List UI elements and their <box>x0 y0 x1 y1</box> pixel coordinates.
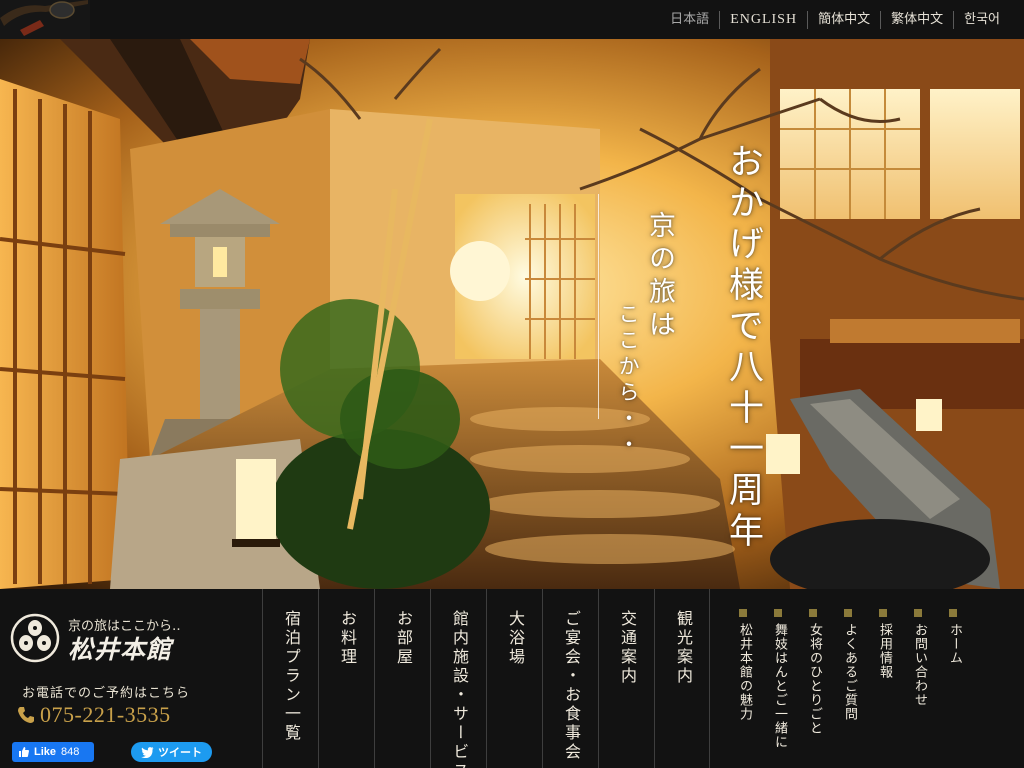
subnav-label: ホーム <box>947 623 962 665</box>
subnav-label: 松井本館の魅力 <box>737 623 752 721</box>
lang-simplified-chinese[interactable]: 簡体中文 <box>807 10 880 29</box>
nav-label: 観光案内 <box>674 610 693 686</box>
subnav-recruit[interactable]: 採用情報 <box>871 609 906 759</box>
family-crest-icon <box>10 613 60 663</box>
nav-sightseeing[interactable]: 観光案内 <box>654 589 710 768</box>
language-switcher: 日本語 ENGLISH 簡体中文 繁体中文 한국어 <box>660 0 1010 39</box>
nav-label: ご宴会・お食事会 <box>562 610 581 762</box>
lang-traditional-chinese[interactable]: 繁体中文 <box>880 10 953 29</box>
square-bullet-icon <box>774 609 782 617</box>
nav-rooms[interactable]: お部屋 <box>374 589 430 768</box>
nav-facilities[interactable]: 館内施設・サービス <box>430 589 486 768</box>
top-bar: 日本語 ENGLISH 簡体中文 繁体中文 한국어 <box>0 0 1024 39</box>
ryokan-entrance-photo <box>0 39 1024 589</box>
subnav-maiko[interactable]: 舞妓はんとご一緒に <box>766 609 801 759</box>
catchphrase-line-1: 京の旅は <box>644 211 675 343</box>
phone-label: お電話でのご予約はこちら <box>22 686 191 701</box>
nav-banquet[interactable]: ご宴会・お食事会 <box>542 589 598 768</box>
phone-icon <box>18 707 34 723</box>
subnav-label: お問い合わせ <box>912 623 927 707</box>
tweet-label: ツイート <box>158 747 202 759</box>
nav-bath[interactable]: 大浴場 <box>486 589 542 768</box>
nav-label: 大浴場 <box>506 610 525 667</box>
subnav-contact[interactable]: お問い合わせ <box>906 609 941 759</box>
slogan-divider <box>598 194 599 419</box>
phone-number[interactable]: 075-221-3535 <box>40 702 171 728</box>
subnav-appeal[interactable]: 松井本館の魅力 <box>731 609 766 759</box>
subnav-label: 舞妓はんとご一緒に <box>772 623 787 749</box>
square-bullet-icon <box>809 609 817 617</box>
catchphrase-line-2: ここから・・ <box>616 303 640 459</box>
thumbs-up-icon <box>19 747 29 757</box>
footer-nav-bar: 京の旅はここから‥ 松井本館 お電話でのご予約はこちら 075-221-3535… <box>0 589 1024 768</box>
subnav-home[interactable]: ホーム <box>941 609 976 759</box>
nav-label: 館内施設・サービス <box>450 610 469 768</box>
main-nav: 宿泊プラン一覧 お料理 お部屋 館内施設・サービス 大浴場 ご宴会・お食事会 交… <box>262 589 710 768</box>
anniversary-slogan: おかげ様で八十一周年 <box>723 143 763 553</box>
square-bullet-icon <box>844 609 852 617</box>
roof-tile-decoration <box>0 0 90 39</box>
subnav-label: 女将のひとりごと <box>807 623 822 735</box>
nav-label: お料理 <box>338 610 357 667</box>
square-bullet-icon <box>914 609 922 617</box>
tweet-button[interactable]: ツイート <box>131 742 212 762</box>
lang-korean[interactable]: 한국어 <box>953 10 1010 29</box>
subnav-faq[interactable]: よくあるご質問 <box>836 609 871 759</box>
lang-japanese[interactable]: 日本語 <box>660 11 719 29</box>
subnav-label: 採用情報 <box>877 623 892 679</box>
subnav-label: よくあるご質問 <box>842 623 857 721</box>
hero-image: おかげ様で八十一周年 京の旅は ここから・・ <box>0 39 1024 589</box>
lang-english[interactable]: ENGLISH <box>719 10 807 29</box>
facebook-like-button[interactable]: Like 848 <box>12 742 94 762</box>
twitter-bird-icon <box>141 746 154 758</box>
square-bullet-icon <box>739 609 747 617</box>
facebook-like-count: 848 <box>61 746 80 758</box>
nav-access[interactable]: 交通案内 <box>598 589 654 768</box>
phone-row[interactable]: 075-221-3535 <box>16 702 171 728</box>
square-bullet-icon <box>949 609 957 617</box>
nav-label: お部屋 <box>394 610 413 667</box>
nav-label: 宿泊プラン一覧 <box>282 610 301 743</box>
nav-label: 交通案内 <box>618 610 637 686</box>
subnav-okami-blog[interactable]: 女将のひとりごと <box>801 609 836 759</box>
sub-nav: ホーム お問い合わせ 採用情報 よくあるご質問 女将のひとりごと 舞妓はんとご一… <box>731 609 976 759</box>
nav-cuisine[interactable]: お料理 <box>318 589 374 768</box>
nav-plans[interactable]: 宿泊プラン一覧 <box>262 589 318 768</box>
brand-name: 松井本館 <box>68 635 173 664</box>
facebook-like-label: Like <box>34 746 57 758</box>
square-bullet-icon <box>879 609 887 617</box>
